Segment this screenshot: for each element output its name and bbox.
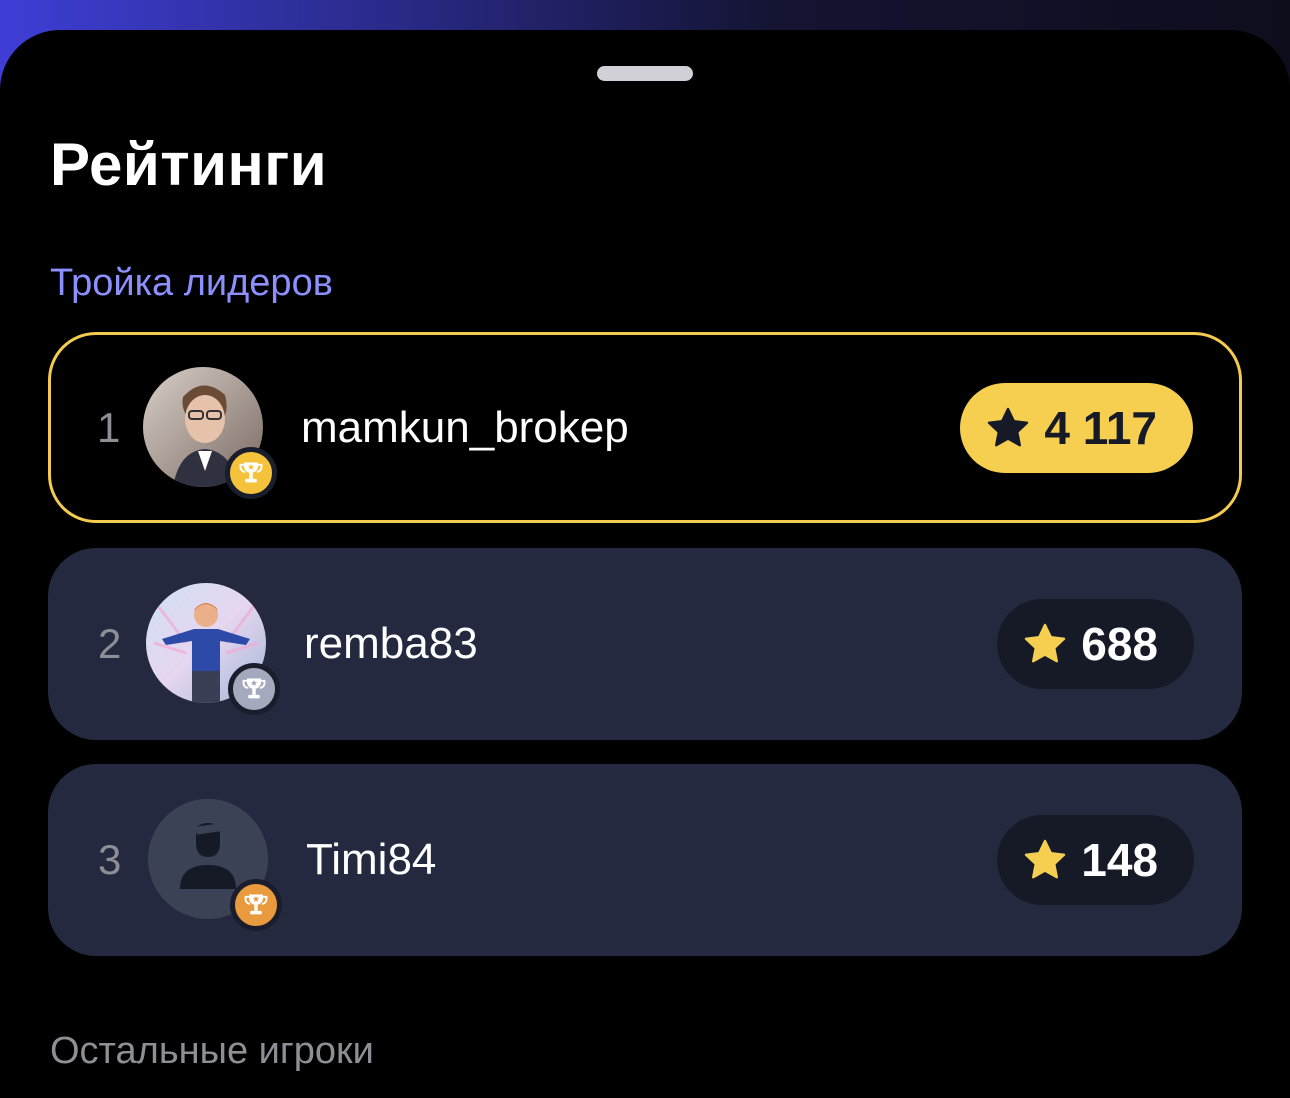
- score-badge: 148: [997, 815, 1194, 905]
- avatar: [143, 366, 277, 499]
- drag-handle[interactable]: [597, 66, 693, 81]
- leader-card-2[interactable]: 2 remba83 688: [48, 548, 1242, 740]
- rank-number: 3: [98, 836, 122, 883]
- score-value: 4 117: [1044, 401, 1157, 454]
- gold-trophy-icon: [225, 446, 277, 499]
- star-icon: [988, 407, 1029, 446]
- other-players-label: Остальные игроки: [50, 1030, 374, 1072]
- score-value: 688: [1081, 618, 1158, 670]
- star-icon: [1025, 623, 1066, 663]
- username: mamkun_brokep: [301, 402, 629, 452]
- rank-number: 2: [98, 620, 122, 667]
- leader-card-3[interactable]: 3 Timi84 148: [48, 764, 1242, 956]
- ratings-sheet: Рейтинги Тройка лидеров 1 mamkun_brokep …: [0, 30, 1290, 1098]
- rank-number: 1: [97, 403, 121, 451]
- silver-trophy-icon: [228, 663, 280, 715]
- leader-card-1[interactable]: 1 mamkun_brokep 4 117: [48, 332, 1242, 523]
- score-badge: 4 117: [960, 382, 1193, 473]
- star-icon: [1025, 839, 1066, 879]
- avatar: [146, 583, 280, 715]
- avatar: [148, 799, 282, 931]
- bronze-trophy-icon: [230, 879, 282, 931]
- top-three-label: Тройка лидеров: [50, 262, 333, 304]
- page-title: Рейтинги: [50, 131, 328, 198]
- username: remba83: [304, 619, 478, 668]
- username: Timi84: [306, 835, 437, 884]
- score-value: 148: [1081, 834, 1158, 886]
- score-badge: 688: [997, 599, 1194, 689]
